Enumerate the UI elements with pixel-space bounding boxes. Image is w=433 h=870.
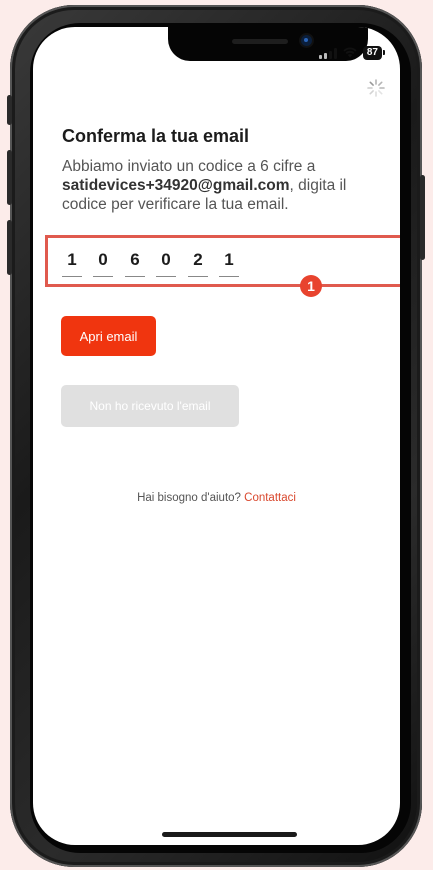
email-address: satidevices+34920@gmail.com — [62, 177, 290, 194]
code-digit-5[interactable]: 2 — [188, 250, 208, 277]
code-digit-6[interactable]: 1 — [219, 250, 239, 277]
speaker — [232, 39, 288, 44]
loading-spinner-icon — [367, 79, 385, 97]
help-text: Hai bisogno d'aiuto? — [137, 492, 241, 504]
volume-down-button — [7, 220, 12, 275]
code-digit-3[interactable]: 6 — [125, 250, 145, 277]
description-prefix: Abbiamo inviato un codice a 6 cifre a — [62, 158, 316, 175]
verification-code-field[interactable]: 1 0 6 0 2 1 — [45, 235, 400, 287]
help-line: Hai bisogno d'aiuto? Contattaci — [33, 492, 400, 504]
signal-icon — [318, 47, 337, 59]
app-screen: 87 Conferma la tua email Abbiamo inviato… — [33, 27, 400, 845]
open-email-button[interactable]: Apri email — [61, 316, 156, 356]
page-title: Conferma la tua email — [62, 126, 250, 146]
code-digit-2[interactable]: 0 — [93, 250, 113, 277]
page-description: Abbiamo inviato un codice a 6 cifre a sa… — [62, 157, 382, 214]
volume-up-button — [7, 150, 12, 205]
status-bar: 87 — [318, 46, 386, 60]
silent-switch — [7, 95, 12, 125]
wifi-icon — [343, 47, 357, 60]
not-received-button[interactable]: Non ho ricevuto l'email — [61, 385, 239, 427]
power-button — [420, 175, 425, 260]
camera — [301, 35, 312, 46]
annotation-badge: 1 — [300, 275, 322, 297]
code-digit-1[interactable]: 1 — [62, 250, 82, 277]
battery-icon: 87 — [362, 46, 386, 60]
contact-link[interactable]: Contattaci — [244, 492, 296, 504]
code-digit-4[interactable]: 0 — [156, 250, 176, 277]
home-indicator[interactable] — [162, 832, 297, 837]
